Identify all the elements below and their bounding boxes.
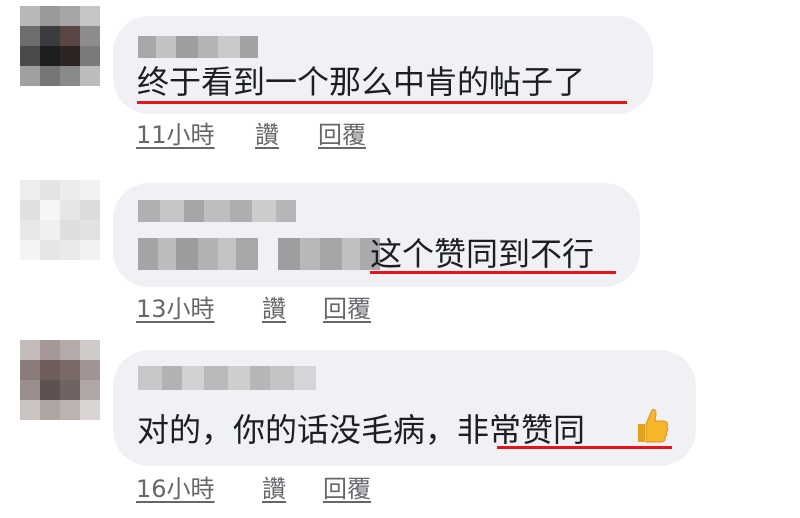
like-button[interactable]: 讚: [255, 120, 279, 150]
highlight-underline: [370, 271, 616, 274]
like-button[interactable]: 讚: [262, 474, 286, 504]
avatar[interactable]: [20, 180, 100, 260]
highlight-underline: [137, 101, 627, 104]
comment-text: 对的，你的话没毛病，非常赞同: [137, 410, 585, 450]
avatar[interactable]: [20, 6, 100, 86]
reply-button[interactable]: 回覆: [323, 474, 371, 504]
author-name[interactable]: [138, 36, 258, 58]
comment-text: 终于看到一个那么中肯的帖子了: [137, 63, 586, 101]
comment-text: 这个赞同到不行: [370, 235, 595, 273]
mentioned-name[interactable]: [138, 238, 380, 270]
timestamp[interactable]: 13小時: [136, 294, 215, 324]
comment-text-prefix: 对的，你的话没毛病，: [137, 411, 458, 449]
author-name[interactable]: [138, 366, 316, 390]
reply-button[interactable]: 回覆: [323, 294, 371, 324]
timestamp[interactable]: 11小時: [136, 120, 215, 150]
reply-button[interactable]: 回覆: [318, 120, 366, 150]
highlight-underline: [497, 446, 672, 449]
author-name[interactable]: [138, 200, 296, 222]
avatar[interactable]: [20, 340, 100, 420]
thumbs-up-icon: [638, 409, 669, 443]
comment-text-highlight: 非常赞同: [457, 411, 586, 449]
timestamp[interactable]: 16小時: [136, 474, 215, 504]
like-button[interactable]: 讚: [262, 294, 286, 324]
